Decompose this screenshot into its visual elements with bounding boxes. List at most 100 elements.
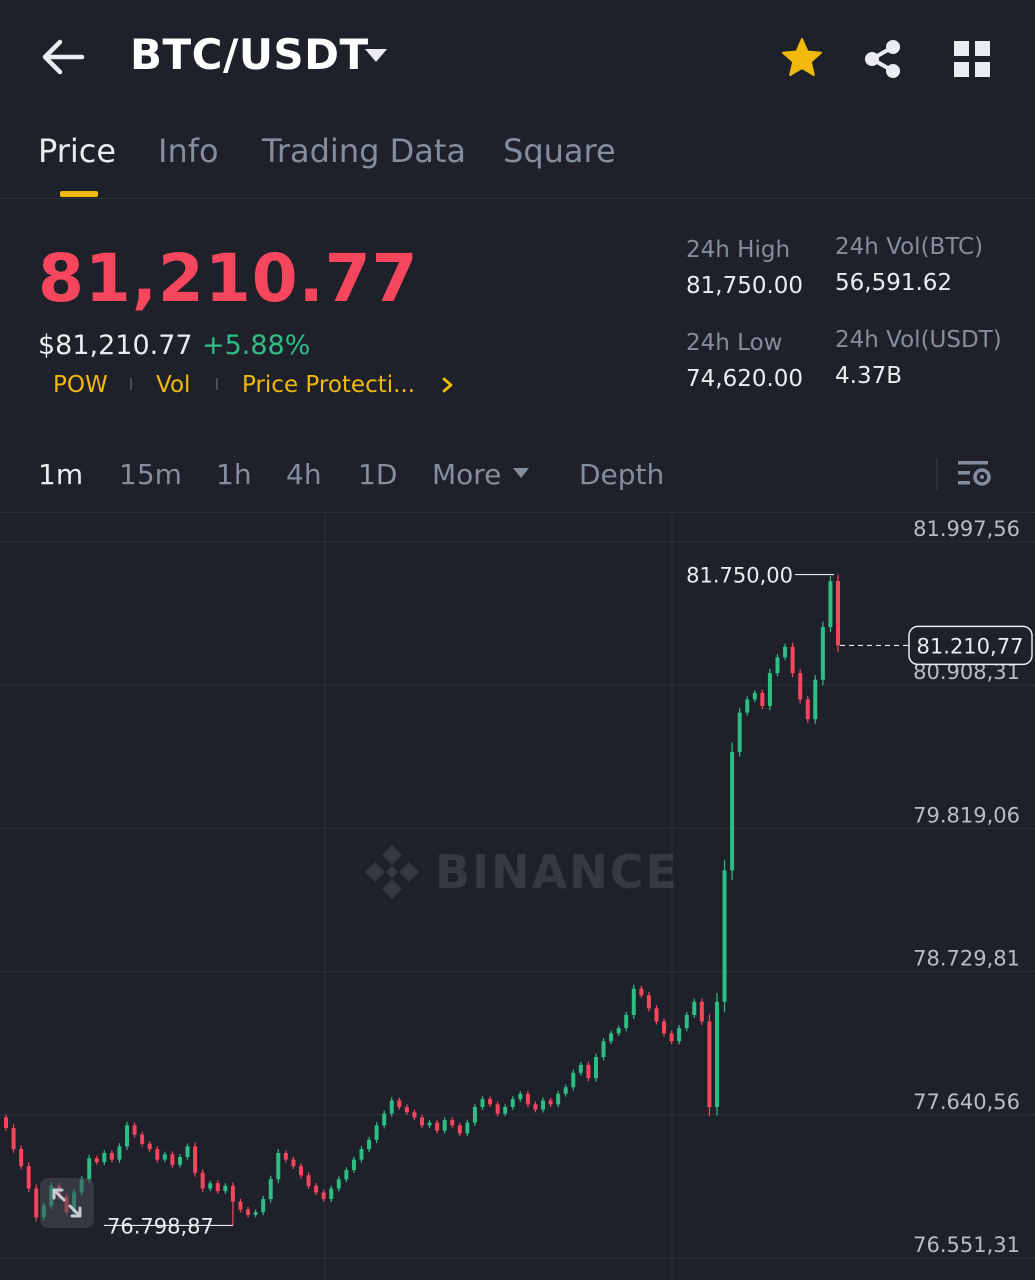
candle (472, 1103, 477, 1127)
candle (147, 1141, 152, 1152)
tag-vol[interactable]: Vol (156, 372, 190, 398)
candle (200, 1169, 205, 1192)
candle (737, 707, 742, 757)
candle (767, 668, 772, 711)
candle (404, 1104, 409, 1115)
chart-settings-icon[interactable] (956, 458, 992, 490)
candle (480, 1096, 485, 1110)
candle (631, 984, 636, 1019)
candle (813, 674, 818, 724)
candle (246, 1206, 251, 1218)
stat-24h-vol-btc-value: 56,591.62 (835, 270, 953, 296)
candle (19, 1145, 24, 1170)
candle (298, 1163, 303, 1179)
chevron-down-icon[interactable] (363, 44, 389, 66)
candle (268, 1175, 273, 1203)
interval-1m[interactable]: 1m (38, 458, 83, 491)
watermark-text: BINANCE (435, 845, 679, 899)
interval-4h[interactable]: 4h (286, 458, 322, 491)
interval-more[interactable]: More (432, 458, 501, 491)
tag-price-protection[interactable]: Price Protecti... (242, 372, 415, 398)
tab-info[interactable]: Info (158, 132, 219, 170)
y-tick-label: 77.640,56 (913, 1090, 1020, 1114)
interval-15m[interactable]: 15m (119, 458, 182, 491)
candle (420, 1114, 424, 1129)
tab-square[interactable]: Square (503, 132, 616, 170)
y-tick-label: 79.819,06 (913, 803, 1020, 827)
candle (556, 1090, 561, 1108)
candle (367, 1136, 372, 1152)
candle (291, 1156, 296, 1169)
candle (798, 669, 803, 704)
candle (427, 1120, 432, 1128)
candle (125, 1121, 130, 1151)
candle (541, 1097, 546, 1113)
candle (609, 1030, 614, 1045)
candle (230, 1182, 235, 1226)
fullscreen-button[interactable] (40, 1178, 94, 1228)
candle (646, 992, 651, 1012)
y-tick-label: 81.997,56 (913, 517, 1020, 541)
tab-price[interactable]: Price (38, 132, 116, 170)
stat-24h-vol-usdt-label: 24h Vol(USDT) (835, 327, 1002, 353)
candle (836, 574, 840, 652)
stat-24h-low-label: 24h Low (686, 330, 783, 356)
candle (11, 1124, 16, 1153)
candle (699, 998, 704, 1026)
price-change-percent: +5.88% (202, 330, 311, 361)
candle (624, 1011, 629, 1032)
candles (4, 574, 840, 1226)
interval-1h[interactable]: 1h (216, 458, 252, 491)
candle (760, 689, 765, 710)
candle (193, 1142, 198, 1177)
tag-separator (216, 378, 218, 390)
candlestick-chart[interactable]: BINANCE 81.997,5680.908,3179.819,0678.72… (0, 513, 1035, 1280)
candle (510, 1096, 515, 1110)
last-price: 81,210.77 (38, 240, 419, 317)
candle (593, 1053, 598, 1082)
tab-trading-data[interactable]: Trading Data (262, 132, 466, 170)
chevron-down-icon[interactable] (512, 466, 530, 480)
candle (775, 654, 780, 677)
candle (374, 1122, 379, 1144)
candle (344, 1167, 349, 1183)
stat-24h-high-value: 81,750.00 (686, 273, 804, 299)
current-price-label: 81.210,77 (917, 634, 1024, 658)
candle (314, 1183, 319, 1196)
candle (790, 642, 795, 678)
candle (276, 1149, 281, 1184)
candle (639, 985, 644, 998)
star-icon[interactable] (780, 36, 824, 80)
price-annotations: 81.750,00 76.798,87 81.210,77 (104, 564, 1033, 1238)
active-tab-indicator (60, 191, 98, 197)
candle (563, 1084, 568, 1097)
candle (155, 1146, 160, 1163)
back-arrow-icon[interactable] (38, 36, 88, 78)
low-marker-label: 76.798,87 (107, 1214, 214, 1238)
tag-separator (130, 378, 132, 390)
chevron-right-icon[interactable] (441, 376, 455, 394)
candle (397, 1097, 402, 1110)
candle (586, 1061, 591, 1082)
candle (306, 1172, 311, 1189)
candle (820, 621, 825, 686)
interval-1d[interactable]: 1D (358, 458, 397, 491)
candle (465, 1119, 470, 1137)
usd-price: $81,210.77 (38, 330, 193, 361)
tag-pow[interactable]: POW (53, 372, 108, 398)
candle (140, 1131, 145, 1147)
candle (162, 1151, 167, 1163)
candle (707, 1014, 712, 1117)
candle (177, 1154, 182, 1168)
candle (457, 1122, 462, 1137)
grid-icon[interactable] (953, 40, 991, 78)
candle (208, 1180, 213, 1192)
candle (412, 1109, 417, 1121)
candle (94, 1155, 99, 1165)
share-icon[interactable] (862, 38, 904, 80)
candle (571, 1069, 576, 1091)
pair-title[interactable]: BTC/USDT (130, 30, 369, 79)
interval-depth[interactable]: Depth (579, 458, 664, 491)
candle (692, 998, 697, 1019)
y-tick-label: 78.729,81 (913, 947, 1020, 971)
